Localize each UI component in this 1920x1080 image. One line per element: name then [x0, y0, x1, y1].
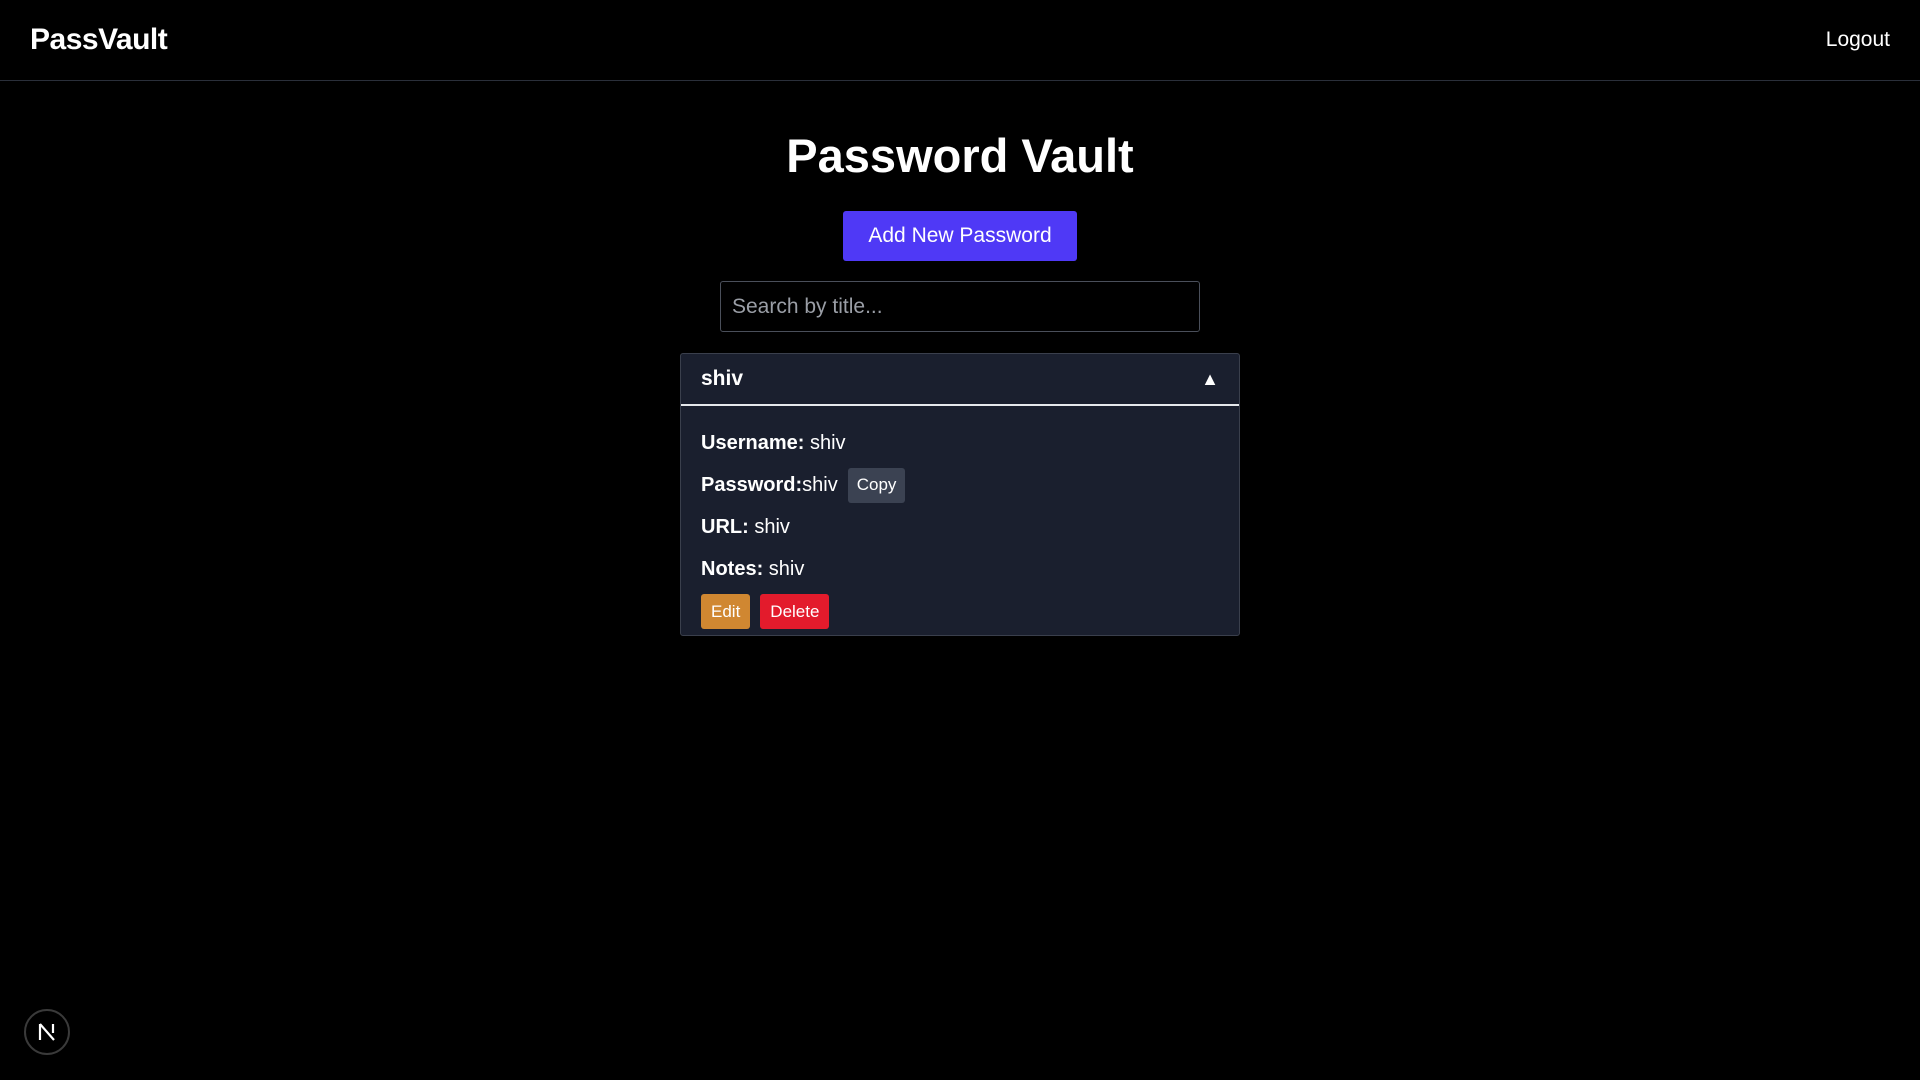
- entry-title: shiv: [701, 367, 744, 390]
- logout-link[interactable]: Logout: [1826, 28, 1890, 52]
- notes-value: shiv: [768, 557, 805, 580]
- top-navbar: PassVault Logout: [0, 0, 1920, 81]
- edit-button[interactable]: Edit: [701, 594, 751, 629]
- username-row: Username: shiv: [701, 422, 1219, 464]
- password-label: Password:: [701, 473, 803, 496]
- add-new-password-button[interactable]: Add New Password: [843, 211, 1077, 261]
- page-title: Password Vault: [786, 129, 1134, 182]
- entry-header-toggle[interactable]: shiv ▲: [681, 354, 1239, 406]
- notes-label: Notes:: [701, 557, 764, 580]
- search-input[interactable]: [720, 281, 1200, 332]
- brand-logo[interactable]: PassVault: [30, 23, 168, 57]
- entry-details: Username: shiv Password: shiv Copy URL: …: [681, 406, 1239, 629]
- entry-actions: Edit Delete: [701, 594, 1219, 629]
- password-row: Password: shiv Copy: [701, 464, 1219, 506]
- url-row: URL: shiv: [701, 506, 1219, 548]
- username-value: shiv: [809, 431, 846, 454]
- username-label: Username:: [701, 431, 805, 454]
- password-value: shiv: [802, 473, 838, 496]
- copy-password-button[interactable]: Copy: [847, 467, 906, 503]
- nextjs-n-glyph: [38, 1023, 55, 1041]
- password-entry-card: shiv ▲ Username: shiv Password: shiv Cop…: [680, 353, 1240, 636]
- url-label: URL:: [701, 515, 749, 538]
- triangle-up-icon[interactable]: ▲: [1201, 369, 1219, 390]
- url-value: shiv: [754, 515, 790, 538]
- notes-row: Notes: shiv: [701, 548, 1219, 590]
- nextjs-logo-icon[interactable]: [24, 1009, 70, 1055]
- delete-button[interactable]: Delete: [760, 594, 830, 629]
